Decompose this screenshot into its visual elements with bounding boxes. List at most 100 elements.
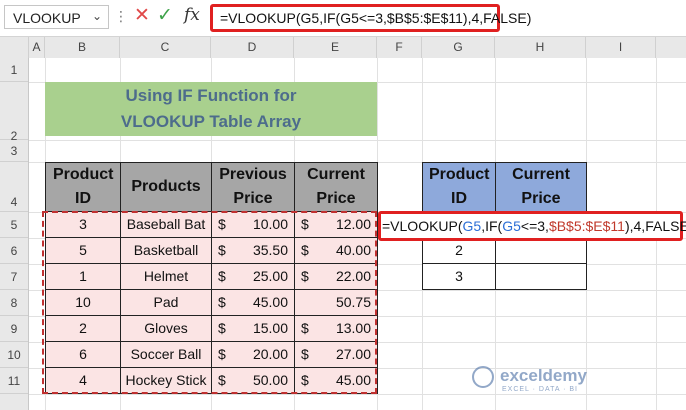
chevron-down-icon[interactable]: ⌄ [92,9,102,23]
column-header-e[interactable]: E [294,37,377,58]
column-header-d[interactable]: D [211,37,294,58]
row-header-10[interactable]: 10 [0,342,28,368]
header-previous-price-label: Previous Price [219,166,287,207]
cell-previous-price[interactable]: $10.00 [211,211,295,238]
cell-product-value: Pad [153,294,179,310]
lookup-header-current-price[interactable]: Current Price [495,162,587,212]
cell-id-value: 5 [79,242,87,258]
exceldemy-logo-icon [472,366,494,388]
column-header-a[interactable]: A [29,37,45,58]
row-header-6[interactable]: 6 [0,238,28,264]
exceldemy-watermark: exceldemy EXCEL · DATA · BI [472,364,622,400]
row-header-8[interactable]: 8 [0,290,28,316]
cell-current-price-value: 40.00 [335,242,371,258]
watermark-tagline: EXCEL · DATA · BI [502,386,578,393]
insert-function-icon[interactable]: fx [184,5,200,25]
cell-current-price[interactable]: $13.00 [294,315,378,342]
column-header-c[interactable]: C [120,37,211,58]
cell-previous-price[interactable]: $20.00 [211,341,295,368]
cell-product[interactable]: Basketball [120,237,212,264]
column-header-g[interactable]: G [422,37,495,58]
name-box[interactable]: VLOOKUP ⌄ [4,5,109,29]
cell-product[interactable]: Soccer Ball [120,341,212,368]
cell-current-price[interactable]: 50.75 [294,289,378,316]
cell-current-price[interactable]: $45.00 [294,367,378,394]
row-header-9[interactable]: 9 [0,316,28,342]
column-header-i[interactable]: I [586,37,656,58]
cancel-icon[interactable]: ✕ [134,4,150,27]
cell-id[interactable]: 4 [45,367,121,394]
currency-symbol: $ [218,346,226,362]
cell-previous-price-value: 25.00 [252,268,288,284]
header-previous-price[interactable]: Previous Price [211,162,295,212]
cell-current-price[interactable]: $12.00 [294,211,378,238]
currency-symbol: $ [301,216,309,232]
cell-id[interactable]: 5 [45,237,121,264]
column-header-f[interactable]: F [377,37,422,58]
cell-previous-price[interactable]: $35.50 [211,237,295,264]
cell-previous-price-value: 50.00 [252,372,288,388]
currency-symbol: $ [301,268,309,284]
header-product-id[interactable]: Product ID [45,162,121,212]
row-header-3[interactable]: 3 [0,140,28,162]
more-options-icon[interactable]: ⋮ [114,8,128,25]
formula-part: ,IF( [481,218,503,234]
lookup-id-cell[interactable]: 2 [422,237,496,264]
cell-id-value: 2 [79,320,87,336]
row-header-7[interactable]: 7 [0,264,28,290]
formula-ref-g5: G5 [462,218,482,234]
header-current-price[interactable]: Current Price [294,162,378,212]
cell-formula-text: =VLOOKUP(G5,IF(G5<=3,$B$5:$E$11),4,FALSE… [382,218,686,234]
cell-current-price[interactable]: $40.00 [294,237,378,264]
cell-product-value: Basketball [133,242,199,258]
cell-product[interactable]: Gloves [120,315,212,342]
cell-product[interactable]: Baseball Bat [120,211,212,238]
cell-current-price-value: 45.00 [335,372,371,388]
lookup-header-product-id[interactable]: Product ID [422,162,496,212]
enter-icon[interactable]: ✓ [157,4,173,27]
column-header-bar: A B C D E F G H I [0,37,686,59]
currency-symbol: $ [301,372,309,388]
formula-input[interactable]: =VLOOKUP(G5,IF(G5<=3,$B$5:$E$11),4,FALSE… [210,4,531,32]
cell-id[interactable]: 3 [45,211,121,238]
cell-current-price[interactable]: $22.00 [294,263,378,290]
watermark-name: exceldemy [500,366,587,385]
cell-current-price[interactable]: $27.00 [294,341,378,368]
cell-product[interactable]: Helmet [120,263,212,290]
cell-product[interactable]: Pad [120,289,212,316]
lookup-price-cell[interactable] [495,237,587,264]
cell-id[interactable]: 6 [45,341,121,368]
cell-previous-price[interactable]: $25.00 [211,263,295,290]
cell-previous-price[interactable]: $45.00 [211,289,295,316]
lookup-id-cell[interactable]: 3 [422,263,496,290]
cell-id[interactable]: 2 [45,315,121,342]
currency-symbol: $ [301,320,309,336]
cell-current-price-value: 12.00 [335,216,371,232]
cell-current-price-value: 22.00 [335,268,371,284]
lookup-price-cell[interactable] [495,263,587,290]
formula-part: =VLOOKUP( [382,218,463,234]
title-line-1: Using IF Function for [125,86,297,105]
row-header-11[interactable]: 11 [0,368,28,394]
column-header-h[interactable]: H [495,37,586,58]
cell-product-value: Hockey Stick [125,372,207,388]
row-header-1[interactable]: 1 [0,58,28,82]
select-all-corner[interactable] [0,37,29,58]
lookup-id-value: 3 [455,268,463,284]
row-header-5[interactable]: 5 [0,212,28,238]
row-header-2[interactable]: 2 [0,82,28,143]
cell-previous-price[interactable]: $50.00 [211,367,295,394]
cell-id[interactable]: 10 [45,289,121,316]
lookup-id-value: 2 [455,242,463,258]
formula-part: <=3, [520,218,549,234]
row-header-4[interactable]: 4 [0,162,28,212]
cell-id[interactable]: 1 [45,263,121,290]
cell-edit-formula[interactable]: =VLOOKUP(G5,IF(G5<=3,$B$5:$E$11),4,FALSE… [378,211,686,241]
cell-id-value: 6 [79,346,87,362]
sheet-title[interactable]: Using IF Function for VLOOKUP Table Arra… [45,82,377,136]
header-products[interactable]: Products [120,162,212,212]
column-header-b[interactable]: B [45,37,120,58]
currency-symbol: $ [301,346,309,362]
cell-product[interactable]: Hockey Stick [120,367,212,394]
cell-previous-price[interactable]: $15.00 [211,315,295,342]
